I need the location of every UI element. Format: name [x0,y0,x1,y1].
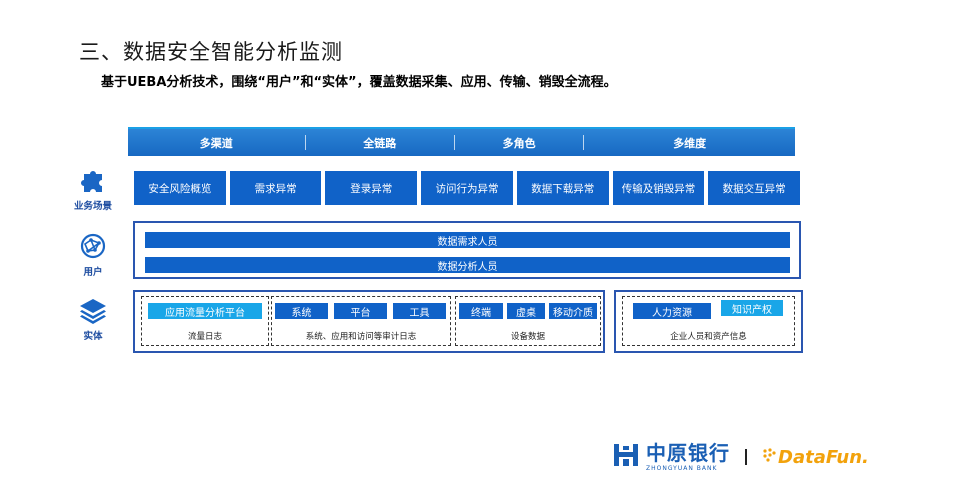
scenario-row: 安全风险概览 需求异常 登录异常 访问行为异常 数据下载异常 传输及销毁异常 数… [134,171,801,205]
scenario-tile: 登录异常 [325,171,418,205]
entity-box-devices: 应用流量分析平台 流量日志 系统 平台 工具 系统、应用和访问等审计日志 终端 … [133,290,605,353]
entity-group-device: 终端 虚桌 移动介质 设备数据 [455,296,601,346]
entity-group-label: 设备数据 [510,332,545,342]
header-multi-role: 多角色 [502,136,536,150]
scenario-tile: 需求异常 [229,171,322,205]
header-multi-dimension: 多维度 [673,136,707,150]
bank-name-cn: 中原银行 [646,440,730,465]
entity-chip: 虚桌 [507,303,545,319]
logo-divider [745,449,747,465]
user-bar: 数据需求人员 [145,232,790,248]
side-user-label: 用户 [83,267,103,278]
entity-group-label: 系统、应用和访问等审计日志 [305,332,417,342]
entity-group-enterprise: 人力资源 知识产权 企业人员和资产信息 [622,296,795,346]
entity-group-label: 流量日志 [187,332,222,342]
user-bar: 数据分析人员 [145,257,790,273]
side-user: 用户 [63,232,123,278]
page-title: 三、数据安全智能分析监测 [79,40,343,64]
header-multichannel: 多渠道 [199,136,233,150]
bank-name: 中原银行 ZHONGYUAN BANK [646,443,730,472]
side-scenario: 业务场景 [63,166,123,212]
page-subtitle: 基于UEBA分析技术，围绕“用户”和“实体”，覆盖数据采集、应用、传输、销毁全流… [101,75,617,90]
puzzle-icon [78,166,108,196]
scenario-tile: 传输及销毁异常 [612,171,705,205]
user-box: 数据需求人员 数据分析人员 [133,221,801,279]
scenario-tile: 数据下载异常 [516,171,609,205]
entity-chip: 应用流量分析平台 [148,303,262,319]
datafun-dots-icon [762,447,776,467]
network-globe-icon [78,232,108,262]
entity-chip: 平台 [334,303,387,319]
entity-chip: 工具 [393,303,446,319]
entity-chip: 系统 [275,303,328,319]
side-entity-label: 实体 [83,331,103,342]
partner-logo-text: DataFun. [778,446,869,468]
entity-chip: 终端 [459,303,503,319]
scenario-tile: 安全风险概览 [134,171,226,205]
layers-icon [78,296,108,326]
entity-group-label: 企业人员和资产信息 [670,332,747,342]
entity-chip: 移动介质 [549,303,597,319]
bank-logo-icon [612,441,640,473]
header-full-link: 全链路 [363,136,397,150]
scenario-tile: 数据交互异常 [708,171,801,205]
side-entity: 实体 [63,296,123,342]
entity-group-audit: 系统 平台 工具 系统、应用和访问等审计日志 [271,296,451,346]
entity-chip: 知识产权 [721,300,783,316]
entity-chip: 人力资源 [633,303,711,319]
entity-group-traffic: 应用流量分析平台 流量日志 [141,296,269,346]
footer-logos: 中原银行 ZHONGYUAN BANK DataFun. [612,440,869,474]
dimension-header-bar: 多渠道 全链路 多角色 多维度 [128,127,795,156]
bank-name-en: ZHONGYUAN BANK [646,464,718,472]
side-scenario-label: 业务场景 [73,201,112,212]
entity-box-enterprise: 人力资源 知识产权 企业人员和资产信息 [614,290,803,353]
scenario-tile: 访问行为异常 [421,171,513,205]
